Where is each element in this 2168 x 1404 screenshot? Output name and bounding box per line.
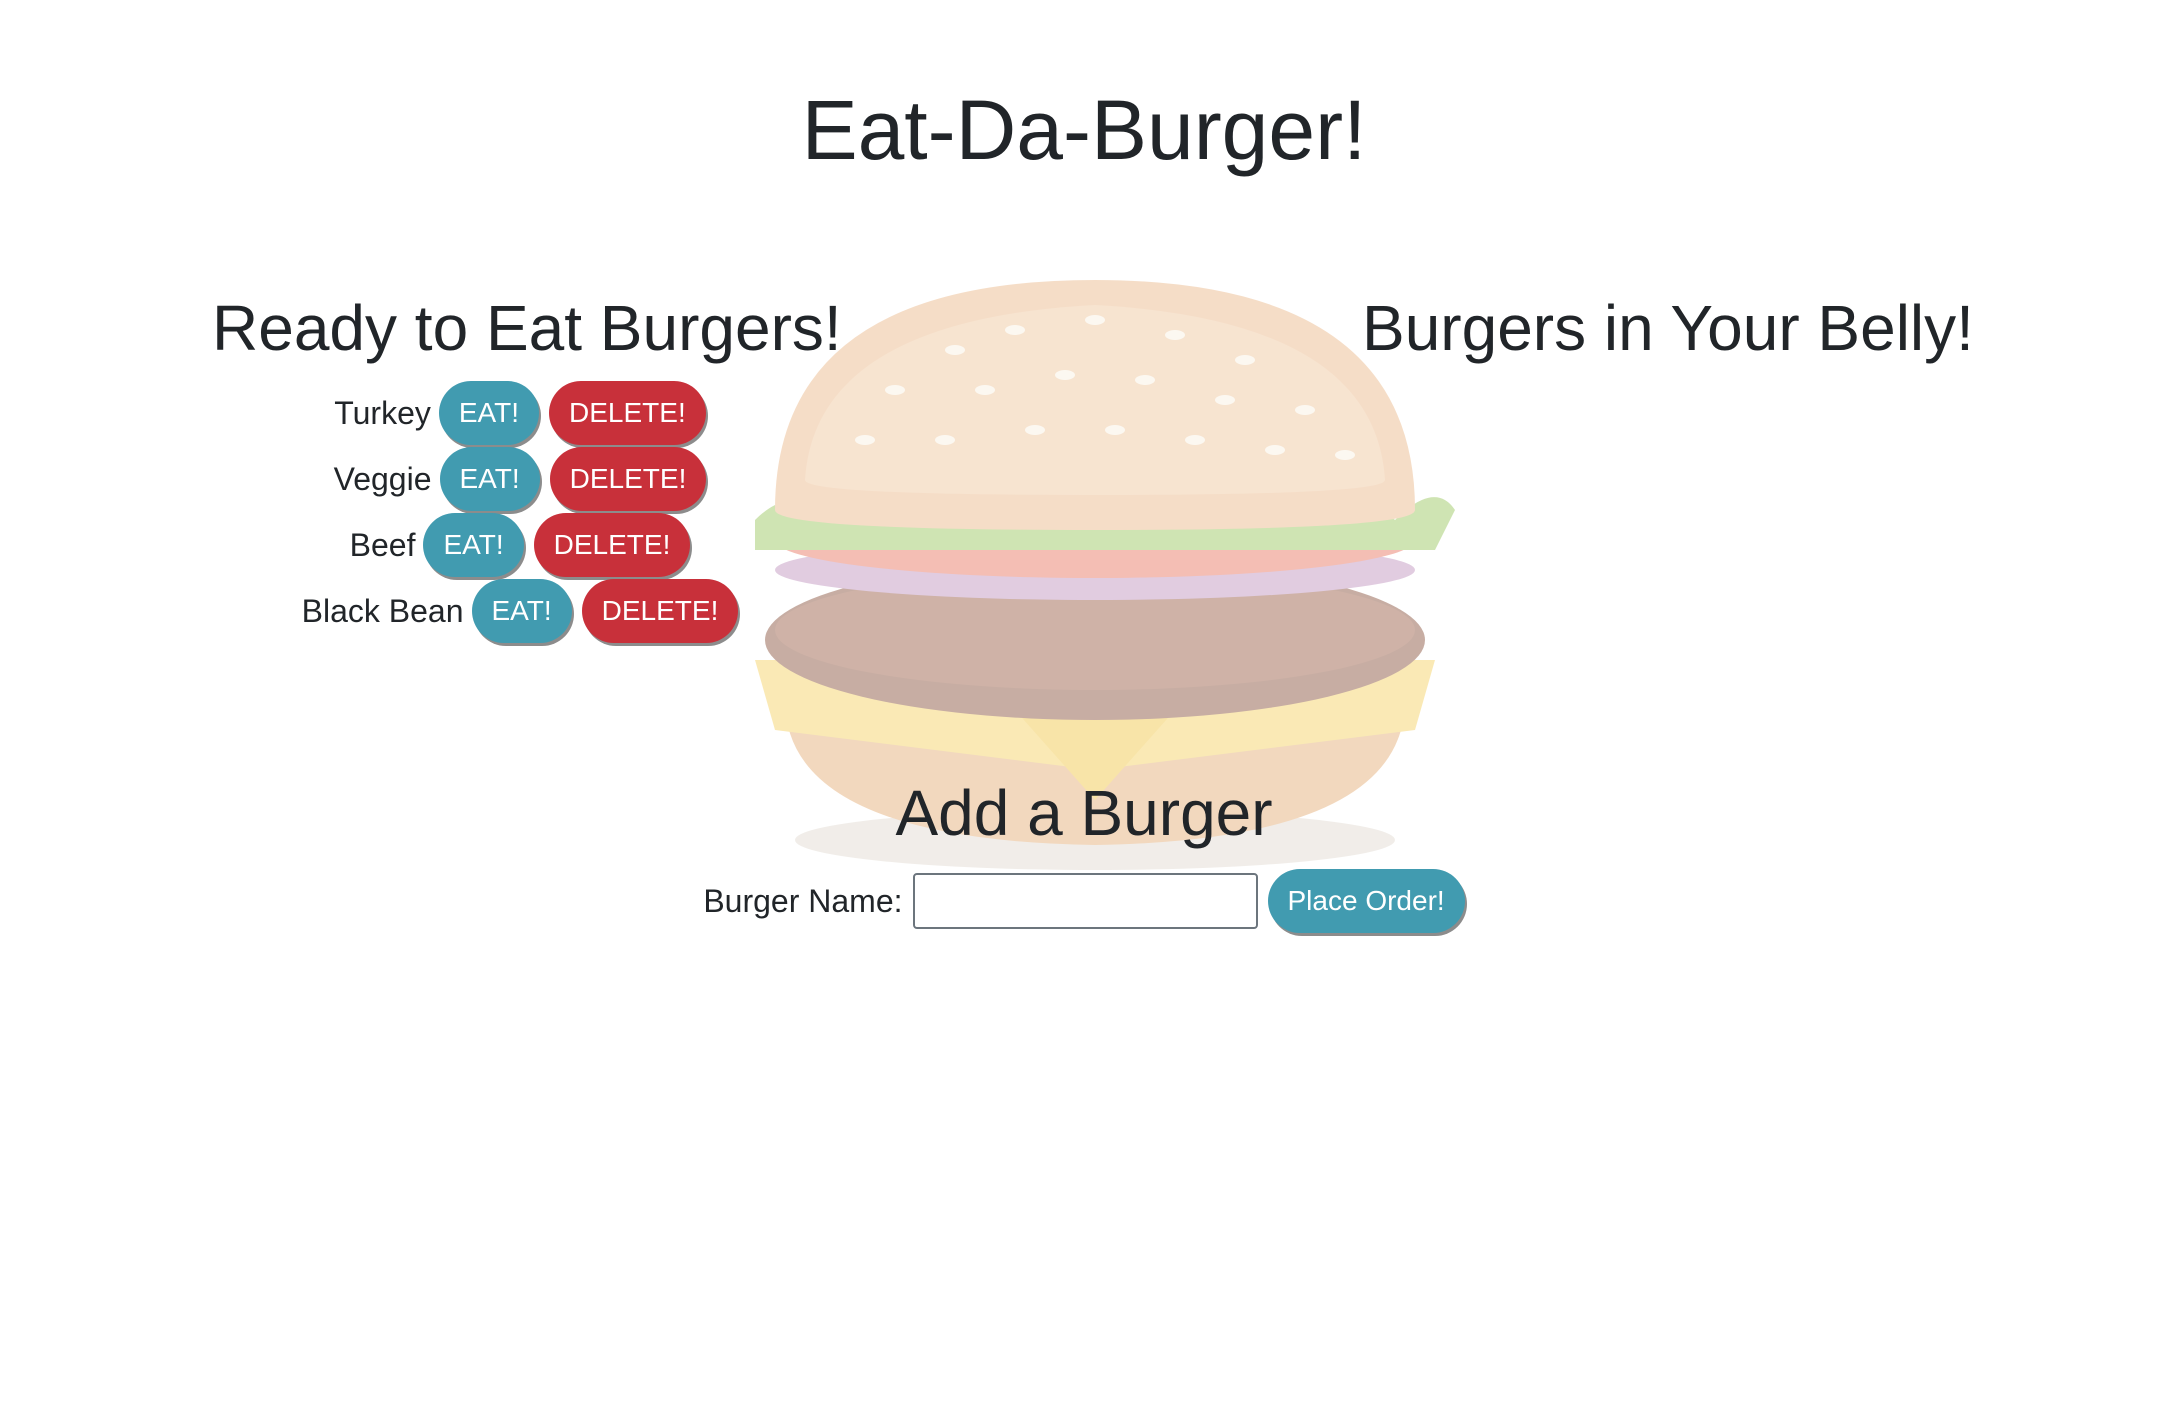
eat-button[interactable]: EAT! [423,513,524,577]
add-burger-form: Burger Name: Place Order! [0,866,2168,936]
page: Eat-Da-Burger! Ready to Eat Burgers! Bur… [0,0,2168,1404]
page-title: Eat-Da-Burger! [801,83,1367,177]
ready-to-eat-heading: Ready to Eat Burgers! [212,292,842,364]
burger-name-label: Burger Name: [703,882,903,919]
place-order-button[interactable]: Place Order! [1267,869,1465,933]
ready-burger-list: Turkey EAT! DELETE! Veggie EAT! DELETE! … [210,380,840,644]
delete-button[interactable]: DELETE! [549,447,707,511]
burger-name: Beef [349,526,416,563]
devoured-heading: Burgers in Your Belly! [1362,292,1974,364]
delete-button[interactable]: DELETE! [549,381,706,445]
eat-button[interactable]: EAT! [471,579,572,643]
delete-button[interactable]: DELETE! [581,579,739,643]
add-burger-heading: Add a Burger [895,777,1273,849]
burger-name-input[interactable] [912,873,1258,929]
burger-name: Veggie [333,460,432,497]
burger-row: Beef EAT! DELETE! [210,512,840,578]
burger-row: Black Bean EAT! DELETE! [210,578,840,644]
burger-name: Black Bean [301,592,464,629]
delete-button[interactable]: DELETE! [533,513,691,577]
burger-name: Turkey [334,394,431,431]
burger-row: Turkey EAT! DELETE! [210,380,840,446]
eat-button[interactable]: EAT! [439,447,540,511]
burger-row: Veggie EAT! DELETE! [210,446,840,512]
eat-button[interactable]: EAT! [438,381,540,445]
